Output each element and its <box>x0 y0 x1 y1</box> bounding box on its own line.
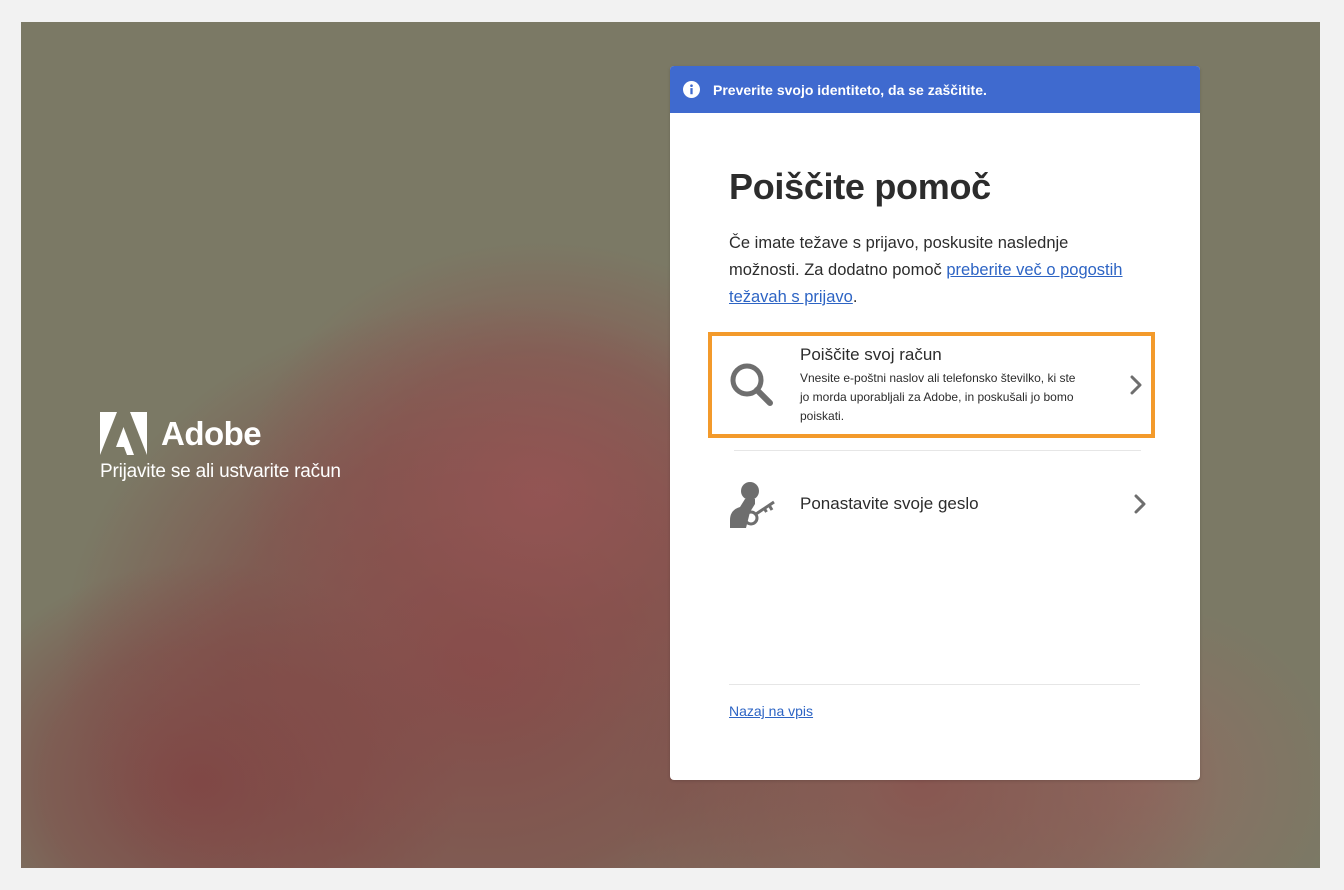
user-key-icon <box>730 482 775 528</box>
find-account-option[interactable]: Poiščite svoj račun Vnesite e-poštni nas… <box>708 332 1155 438</box>
find-account-text: Poiščite svoj račun Vnesite e-poštni nas… <box>800 345 1129 426</box>
footer-divider <box>729 684 1140 685</box>
banner-text: Preverite svojo identiteto, da se zaščit… <box>713 81 987 98</box>
intro-text-end: . <box>852 288 858 306</box>
identity-banner: Preverite svojo identiteto, da se zaščit… <box>670 66 1200 113</box>
find-account-title: Poiščite svoj račun <box>800 344 942 364</box>
help-card: Preverite svojo identiteto, da se zaščit… <box>670 66 1200 780</box>
options-divider <box>734 450 1141 451</box>
brand-name: Adobe <box>161 414 262 452</box>
reset-password-title: Ponastavite svoje geslo <box>800 494 979 513</box>
page-title: Poiščite pomoč <box>729 166 991 207</box>
reset-password-option[interactable]: Ponastavite svoje geslo <box>708 464 1155 544</box>
brand-tagline: Prijavite se ali ustvarite račun <box>100 461 341 482</box>
back-to-sign-in-link[interactable]: Nazaj na vpis <box>729 703 813 719</box>
reset-password-text: Ponastavite svoje geslo <box>800 494 1133 514</box>
card-content: Poiščite pomoč Če imate težave s prijavo… <box>708 113 1155 719</box>
brand-block: Adobe Prijavite se ali ustvarite račun <box>100 412 341 483</box>
chevron-right-icon <box>1130 375 1142 395</box>
info-icon <box>683 81 700 98</box>
find-account-description: Vnesite e-poštni naslov ali telefonsko š… <box>800 370 1076 423</box>
chevron-right-icon <box>1134 494 1146 514</box>
background-frame: Adobe Prijavite se ali ustvarite račun P… <box>21 22 1320 868</box>
adobe-logo-icon <box>100 412 147 455</box>
search-icon <box>730 363 773 406</box>
intro-text: Če imate težave s prijavo, poskusite nas… <box>729 230 1139 311</box>
